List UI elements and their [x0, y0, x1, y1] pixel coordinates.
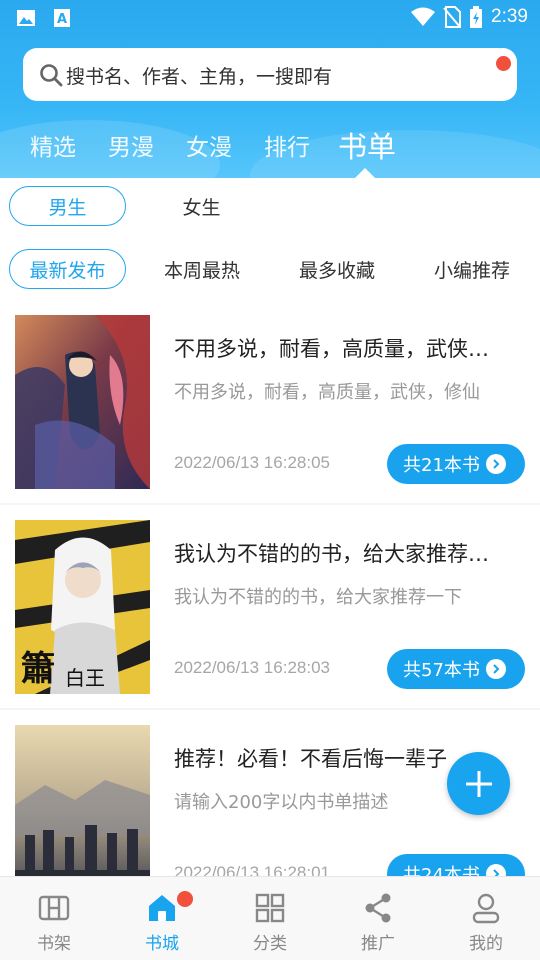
app-a-icon: A	[54, 9, 70, 27]
booklist-count: 共21本书	[403, 455, 480, 476]
booklist-count-button[interactable]: 共24本书	[387, 854, 525, 876]
booklist-count-button[interactable]: 共57本书	[387, 649, 525, 689]
plus-icon	[465, 770, 492, 797]
add-booklist-button[interactable]	[447, 752, 510, 815]
nav-bookstore[interactable]: 书城	[108, 877, 216, 960]
active-tab-indicator	[355, 168, 375, 178]
sort-weekly-hot-tab[interactable]: 本周最热	[143, 249, 261, 289]
search-bar[interactable]: 搜书名、作者、主角，一搜即有	[23, 48, 517, 101]
search-icon	[40, 64, 63, 87]
battery-icon	[470, 6, 483, 28]
nav-promote[interactable]: 推广	[324, 877, 432, 960]
chevron-right-icon	[485, 659, 506, 679]
nav-label: 我的	[469, 934, 503, 954]
top-tab-bar: 精选 男漫 女漫 排行 书单	[0, 124, 540, 168]
booklist-count-button[interactable]: 共21本书	[387, 444, 525, 484]
notification-dot	[496, 56, 511, 71]
booklist-description: 不用多说，耐看，高质量，武侠，修仙	[174, 382, 480, 403]
chevron-right-icon	[485, 454, 506, 474]
nav-label: 推广	[361, 934, 395, 954]
booklist-description: 我认为不错的的书，给大家推荐一下	[174, 587, 462, 608]
no-sim-icon	[443, 6, 462, 28]
booklist-cover: 簫 白王	[15, 520, 150, 694]
bookshelf-icon	[38, 895, 70, 921]
nav-profile[interactable]: 我的	[432, 877, 540, 960]
svg-text:A: A	[57, 12, 67, 27]
booklist-cover	[15, 725, 150, 876]
image-icon	[17, 10, 35, 26]
booklist-count: 共57本书	[403, 660, 480, 681]
booklist-item[interactable]: 不用多说，耐看，高质量，武侠… 不用多说，耐看，高质量，武侠，修仙 2022/0…	[0, 300, 540, 503]
nav-badge	[177, 891, 193, 907]
booklist-count: 共24本书	[403, 865, 480, 876]
booklist-date: 2022/06/13 16:28:01	[174, 863, 330, 876]
sort-newest-tab[interactable]: 最新发布	[9, 249, 126, 289]
tab-shudan[interactable]: 书单	[338, 124, 396, 166]
gender-filter: 男生 女生	[0, 178, 540, 238]
status-time: 2:39	[491, 6, 528, 27]
svg-text:簫: 簫	[21, 649, 55, 689]
search-placeholder: 搜书名、作者、主角，一搜即有	[66, 66, 333, 88]
tab-paihang[interactable]: 排行	[264, 128, 310, 162]
user-icon	[472, 893, 500, 924]
booklist-title: 我认为不错的的书，给大家推荐…	[174, 542, 489, 566]
wifi-icon	[411, 7, 436, 26]
tab-jingxuan[interactable]: 精选	[30, 128, 76, 162]
nav-label: 书城	[145, 934, 179, 954]
grid-icon	[255, 893, 285, 923]
chevron-right-icon	[485, 864, 506, 876]
bottom-nav: 书架 书城 分类 推广 我的	[0, 876, 540, 960]
booklist-date: 2022/06/13 16:28:03	[174, 658, 330, 677]
share-icon	[365, 893, 391, 923]
booklist-title: 不用多说，耐看，高质量，武侠…	[174, 337, 489, 361]
booklist-cover	[15, 315, 150, 489]
nav-label: 分类	[253, 934, 287, 954]
svg-text:白王: 白王	[65, 666, 105, 690]
home-icon	[149, 895, 175, 921]
nav-category[interactable]: 分类	[216, 877, 324, 960]
gender-male-tab[interactable]: 男生	[9, 186, 126, 226]
booklist-item[interactable]: 簫 白王 我认为不错的的书，给大家推荐… 我认为不错的的书，给大家推荐一下 20…	[0, 505, 540, 708]
gender-female-tab[interactable]: 女生	[143, 186, 260, 226]
status-bar: A 2:39	[0, 0, 540, 36]
nav-bookshelf[interactable]: 书架	[0, 877, 108, 960]
sort-filter: 最新发布 本周最热 最多收藏 小编推荐	[0, 240, 540, 300]
booklist-date: 2022/06/13 16:28:05	[174, 453, 330, 472]
sort-editor-pick-tab[interactable]: 小编推荐	[413, 249, 531, 289]
sort-most-favorited-tab[interactable]: 最多收藏	[278, 249, 396, 289]
nav-label: 书架	[37, 934, 71, 954]
tab-nanman[interactable]: 男漫	[108, 128, 154, 162]
tab-nvman[interactable]: 女漫	[186, 128, 232, 162]
